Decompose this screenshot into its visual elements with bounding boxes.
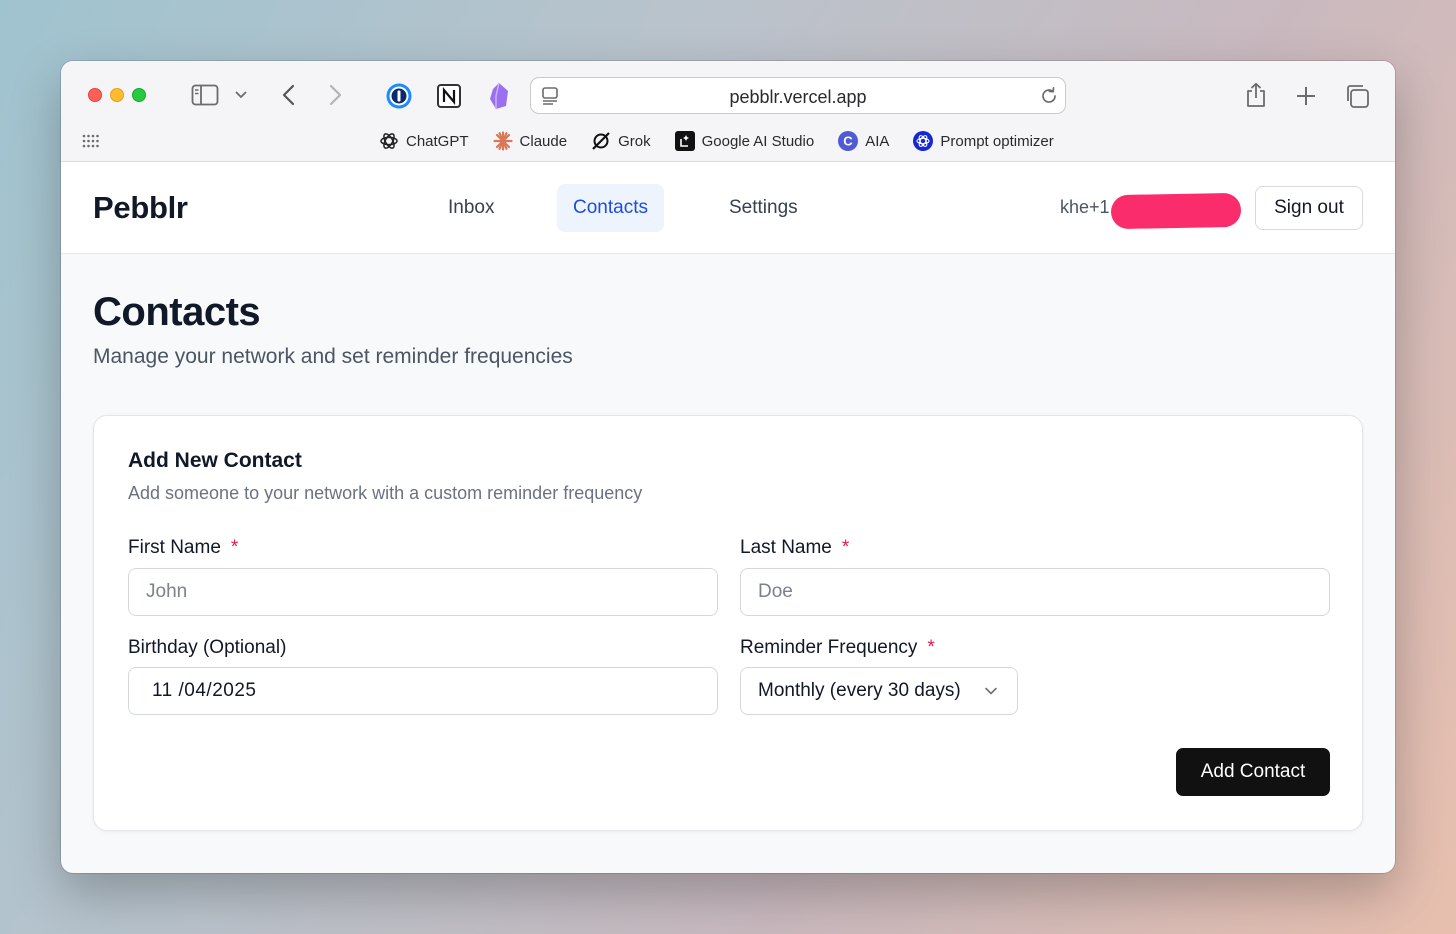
sidebar-toggle-icon[interactable]	[191, 83, 219, 107]
birthday-label: Birthday (Optional)	[128, 637, 287, 658]
reminder-frequency-select[interactable]: Monthly (every 30 days)	[740, 667, 1018, 715]
nav-link-inbox[interactable]: Inbox	[432, 184, 510, 232]
address-bar[interactable]: pebblr.vercel.app	[530, 77, 1066, 114]
nav-link-contacts[interactable]: Contacts	[557, 184, 664, 232]
first-name-label-text: First Name	[128, 537, 221, 558]
reload-icon[interactable]	[1039, 86, 1059, 111]
grid-icon[interactable]	[81, 133, 101, 149]
grok-icon	[591, 131, 611, 151]
bookmark-label: Google AI Studio	[701, 132, 815, 150]
prompt-optimizer-icon	[913, 131, 934, 151]
back-arrow-icon[interactable]	[277, 83, 299, 107]
zoom-window-button[interactable]	[132, 88, 146, 102]
claude-icon	[492, 131, 513, 151]
page-title: Contacts	[93, 290, 261, 334]
last-name-input[interactable]	[740, 568, 1330, 616]
required-mark: *	[230, 537, 239, 558]
first-name-input[interactable]	[128, 568, 718, 616]
birthday-input[interactable]	[128, 667, 718, 715]
bookmark-claude[interactable]: Claude	[492, 131, 568, 151]
browser-window: pebblr.vercel.app ChatGPT Claude Grok Go…	[61, 61, 1395, 873]
bookmark-chatgpt[interactable]: ChatGPT	[379, 131, 469, 151]
add-contact-card: Add New Contact Add someone to your netw…	[93, 415, 1363, 831]
first-name-label: First Name *	[128, 537, 238, 559]
share-icon[interactable]	[1243, 81, 1269, 109]
required-mark: *	[927, 637, 935, 658]
reminder-frequency-label: Reminder Frequency *	[740, 637, 935, 659]
bookmark-google-ai-studio[interactable]: Google AI Studio	[674, 131, 815, 151]
bookmark-label: AIA	[865, 132, 890, 150]
bookmark-label: Grok	[618, 132, 651, 150]
bookmark-grok[interactable]: Grok	[591, 131, 651, 151]
chatgpt-icon	[379, 131, 399, 151]
password-manager-extension-icon[interactable]	[385, 82, 413, 110]
bookmark-label: Claude	[519, 132, 568, 150]
last-name-label-text: Last Name	[740, 537, 832, 558]
bookmark-label: ChatGPT	[406, 132, 469, 150]
last-name-label: Last Name *	[740, 537, 849, 559]
plus-icon[interactable]	[1293, 83, 1319, 109]
reminder-frequency-value: Monthly (every 30 days)	[758, 680, 961, 701]
reminder-frequency-label-text: Reminder Frequency	[740, 637, 918, 658]
notion-extension-icon[interactable]	[435, 82, 463, 110]
brand-logo[interactable]: Pebblr	[93, 190, 188, 226]
card-subtitle: Add someone to your network with a custo…	[128, 483, 643, 503]
page-subtitle: Manage your network and set reminder fre…	[93, 345, 573, 368]
add-contact-button[interactable]: Add Contact	[1176, 748, 1330, 796]
card-title: Add New Contact	[128, 449, 302, 472]
nav-link-settings[interactable]: Settings	[713, 184, 814, 232]
window-controls	[88, 88, 146, 102]
obsidian-extension-icon[interactable]	[485, 82, 513, 110]
user-email: khe+1	[1060, 197, 1110, 217]
aia-icon: C	[838, 131, 859, 151]
close-window-button[interactable]	[88, 88, 102, 102]
bookmark-label: Prompt optimizer	[940, 132, 1054, 150]
aia-icon-letter: C	[843, 134, 853, 149]
tab-overview-icon[interactable]	[1343, 82, 1371, 110]
sign-out-button[interactable]: Sign out	[1255, 186, 1363, 230]
url-text: pebblr.vercel.app	[729, 87, 867, 107]
chevron-down-icon	[983, 683, 999, 705]
required-mark: *	[841, 537, 850, 558]
bookmark-aia[interactable]: C AIA	[838, 131, 889, 151]
app-header: Pebblr Inbox Contacts Settings khe+1 Sig…	[61, 162, 1395, 254]
browser-toolbar: pebblr.vercel.app ChatGPT Claude Grok Go…	[61, 61, 1395, 162]
minimize-window-button[interactable]	[110, 88, 124, 102]
bookmark-prompt-optimizer[interactable]: Prompt optimizer	[913, 131, 1054, 151]
bookmarks-bar: ChatGPT Claude Grok Google AI Studio C A…	[379, 131, 1054, 151]
forward-arrow-icon[interactable]	[325, 83, 347, 107]
google-ai-studio-icon	[674, 131, 695, 151]
chevron-down-icon[interactable]	[233, 87, 249, 103]
redaction-mark	[1110, 192, 1242, 230]
